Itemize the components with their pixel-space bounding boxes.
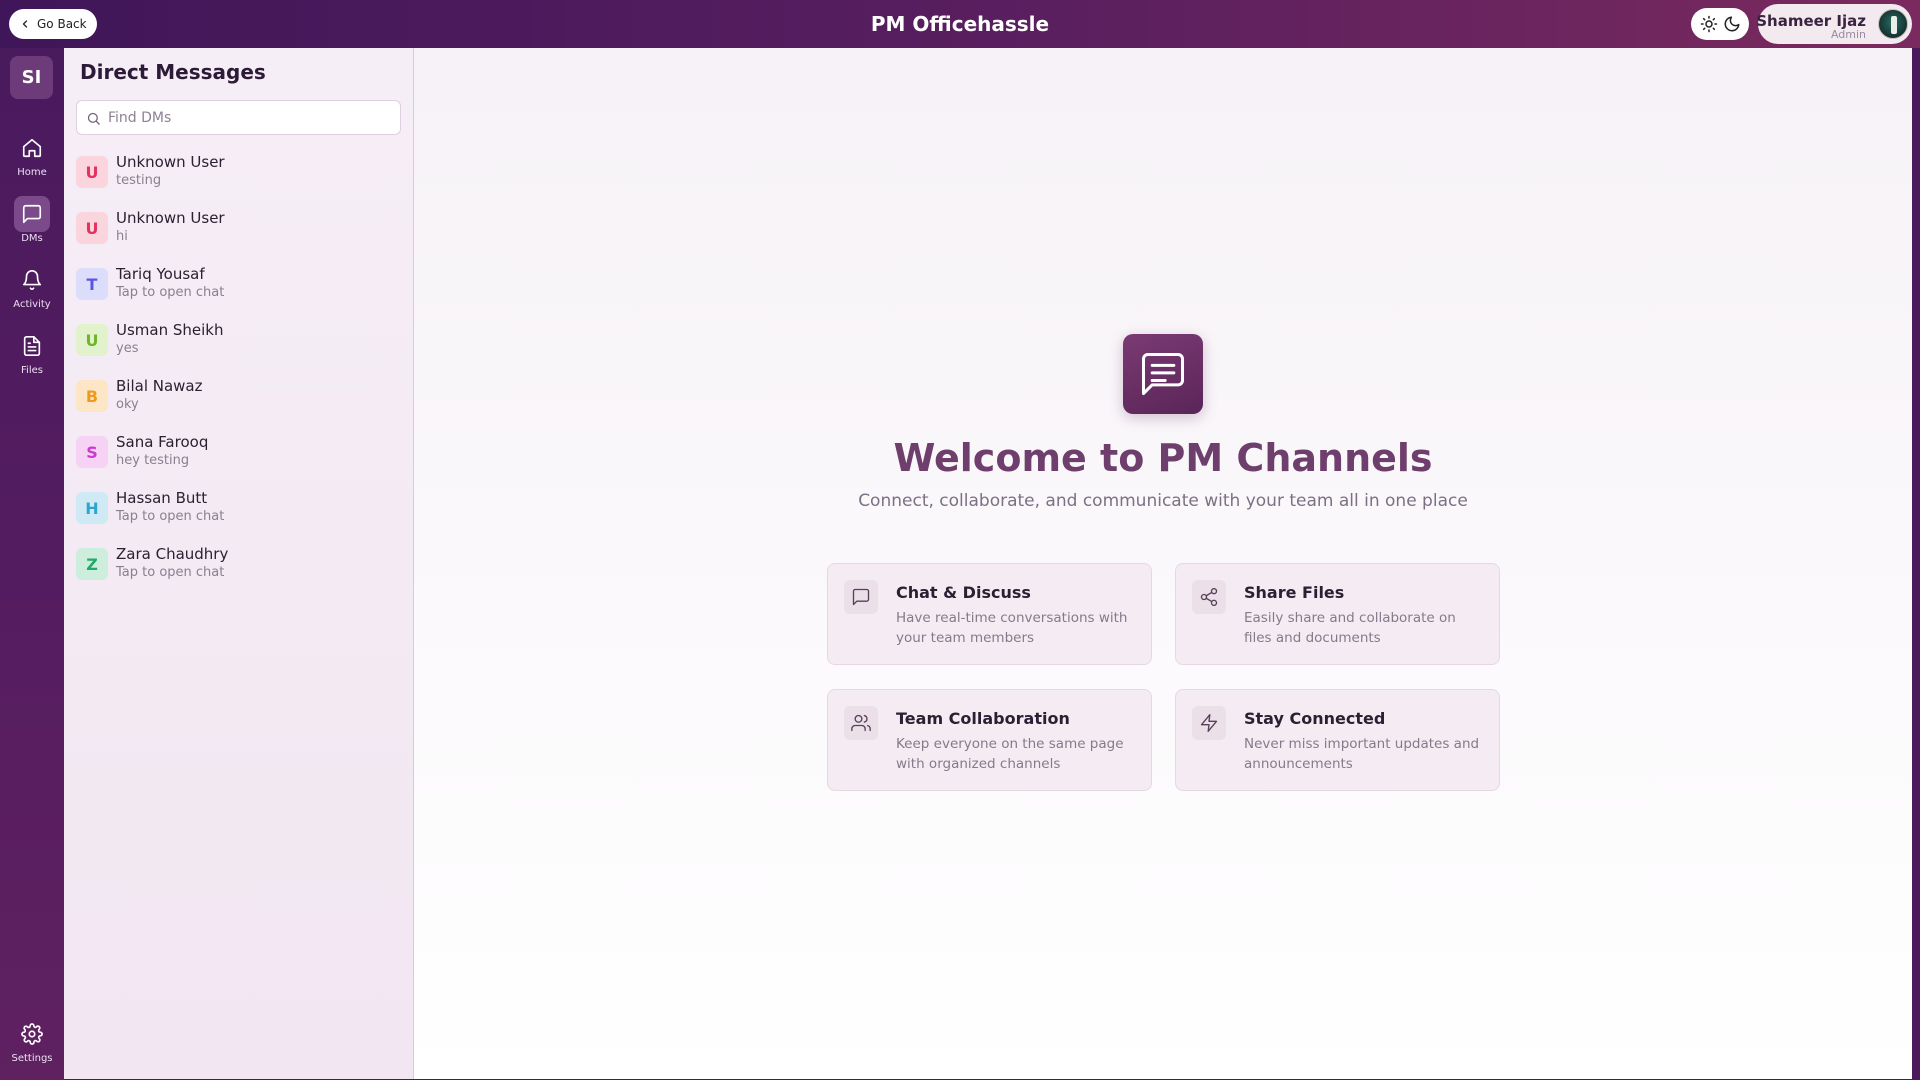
welcome-tagline: Connect, collaborate, and communicate wi… (858, 491, 1468, 511)
share-icon (1192, 580, 1226, 614)
card-title: Stay Connected (1244, 709, 1386, 728)
avatar[interactable] (1878, 9, 1908, 39)
avatar: U (76, 212, 108, 244)
dm-list-item[interactable]: H Hassan Butt Tap to open chat (64, 482, 413, 538)
dm-list-item[interactable]: U Usman Sheikh yes (64, 314, 413, 370)
dm-list-item[interactable]: U Unknown User hi (64, 202, 413, 258)
card-title: Chat & Discuss (896, 583, 1031, 602)
search-input[interactable] (108, 101, 396, 134)
nav-label-settings: Settings (11, 1053, 53, 1064)
sun-icon[interactable] (1700, 15, 1718, 33)
feature-card-share-files[interactable]: Share Files Easily share and collaborate… (1175, 563, 1500, 665)
main-content: Welcome to PM Channels Connect, collabor… (414, 48, 1912, 1079)
moon-icon[interactable] (1723, 15, 1741, 33)
workspace-avatar[interactable]: SI (10, 56, 53, 99)
app-title: PM Officehassle (870, 12, 1050, 36)
feature-card-stay-connected[interactable]: Stay Connected Never miss important upda… (1175, 689, 1500, 791)
dm-name: Sana Farooq (116, 433, 209, 451)
dm-name: Unknown User (116, 209, 225, 227)
dm-search[interactable] (76, 100, 401, 135)
user-role: Admin (1830, 28, 1866, 41)
dm-name: Unknown User (116, 153, 225, 171)
dm-list-item[interactable]: U Unknown User testing (64, 146, 413, 202)
welcome-title: Welcome to PM Channels (893, 436, 1433, 480)
avatar: H (76, 492, 108, 524)
dm-name: Bilal Nawaz (116, 377, 203, 395)
feature-card-team-collaboration[interactable]: Team Collaboration Keep everyone on the … (827, 689, 1152, 791)
dm-last-message: Tap to open chat (116, 285, 225, 300)
dm-list: U Unknown User testing U Unknown User hi T Tari… (64, 146, 413, 594)
nav-label-activity: Activity (13, 299, 51, 310)
card-title: Team Collaboration (896, 709, 1070, 728)
top-bar: Go Back PM Officehassle Shameer Ijaz Adm… (0, 0, 1920, 48)
file-icon (14, 328, 50, 364)
avatar: T (76, 268, 108, 300)
card-description: Never miss important updates and announc… (1244, 736, 1480, 772)
dm-name: Hassan Butt (116, 489, 208, 507)
card-description: Easily share and collaborate on files an… (1244, 610, 1456, 646)
dm-last-message: hi (116, 229, 128, 244)
message-square-icon (1123, 334, 1203, 414)
gear-icon (14, 1016, 50, 1052)
dm-name: Usman Sheikh (116, 321, 224, 339)
card-description: Have real-time conversations with your t… (896, 610, 1128, 646)
avatar: S (76, 436, 108, 468)
search-icon (87, 112, 100, 125)
dm-name: Tariq Yousaf (116, 265, 205, 283)
nav-label-dms: DMs (21, 233, 43, 244)
dm-list-item[interactable]: S Sana Farooq hey testing (64, 426, 413, 482)
dm-sidebar: Direct Messages U Unknown User testing U Unk… (64, 48, 414, 1079)
dm-list-item[interactable]: B Bilal Nawaz oky (64, 370, 413, 426)
dm-last-message: oky (116, 397, 139, 412)
nav-item-files[interactable]: Files (0, 328, 64, 388)
dm-last-message: Tap to open chat (116, 509, 225, 524)
nav-item-activity[interactable]: Activity (0, 262, 64, 322)
nav-rail: SI Home DMs Activity Files Settings (0, 48, 64, 1080)
nav-item-settings[interactable]: Settings (0, 1016, 64, 1076)
avatar: U (76, 324, 108, 356)
dm-last-message: hey testing (116, 453, 190, 468)
nav-label-files: Files (21, 365, 43, 376)
avatar: U (76, 156, 108, 188)
nav-label-home: Home (17, 167, 47, 178)
nav-item-home[interactable]: Home (0, 130, 64, 190)
nav-item-dms[interactable]: DMs (0, 196, 64, 256)
bell-icon (14, 262, 50, 298)
message-square-icon (14, 196, 50, 232)
zap-icon (1192, 706, 1226, 740)
dm-last-message: testing (116, 173, 162, 188)
theme-toggle[interactable] (1691, 8, 1749, 40)
message-square-icon (844, 580, 878, 614)
home-icon (14, 130, 50, 166)
dm-title: Direct Messages (80, 60, 266, 84)
avatar: B (76, 380, 108, 412)
avatar: Z (76, 548, 108, 580)
card-title: Share Files (1244, 583, 1345, 602)
dm-last-message: Tap to open chat (116, 565, 225, 580)
card-description: Keep everyone on the same page with orga… (896, 736, 1124, 772)
dm-list-item[interactable]: Z Zara Chaudhry Tap to open chat (64, 538, 413, 594)
dm-last-message: yes (116, 341, 139, 356)
user-menu[interactable]: Shameer Ijaz Admin (1756, 4, 1912, 44)
feature-card-chat[interactable]: Chat & Discuss Have real-time conversati… (827, 563, 1152, 665)
dm-list-item[interactable]: T Tariq Yousaf Tap to open chat (64, 258, 413, 314)
dm-name: Zara Chaudhry (116, 545, 229, 563)
users-icon (844, 706, 878, 740)
